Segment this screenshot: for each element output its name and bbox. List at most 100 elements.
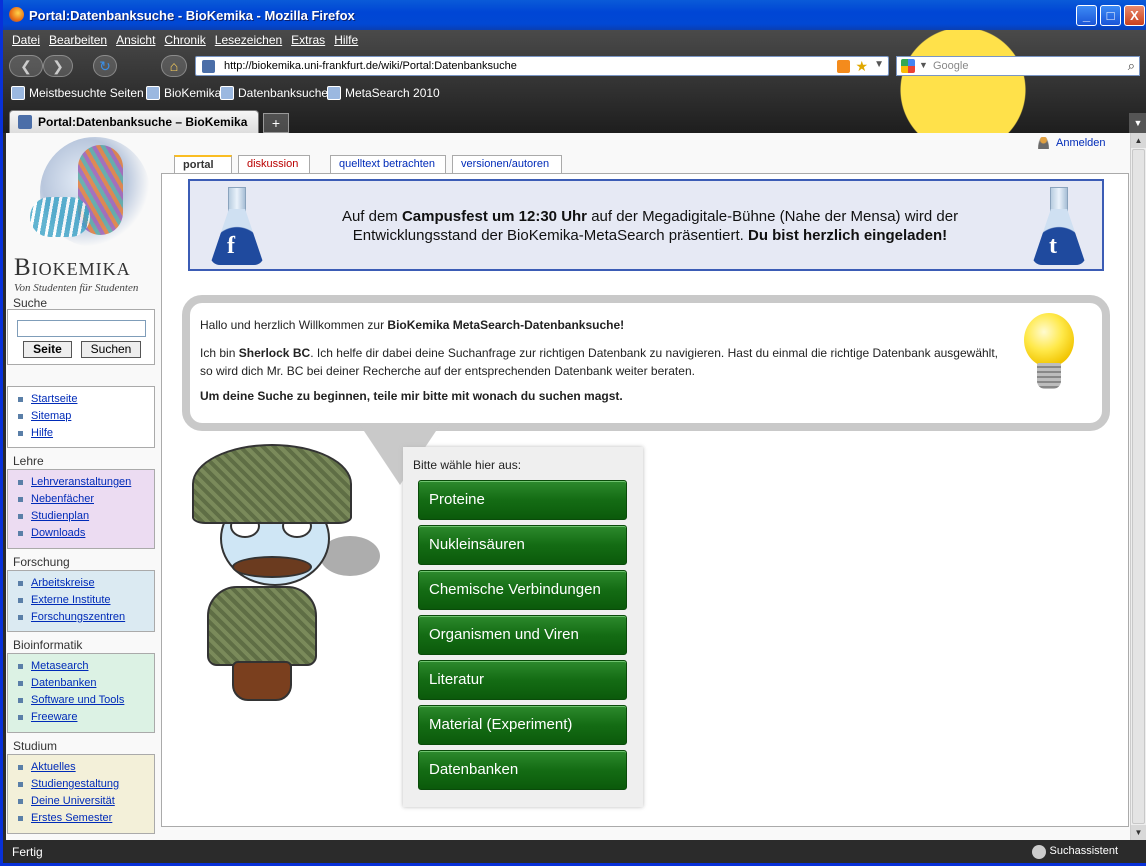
minimize-button[interactable]: _ [1076, 5, 1097, 26]
search-engine-dropdown-icon[interactable]: ▼ [919, 60, 928, 70]
vertical-scrollbar[interactable]: ▲ ▼ [1130, 133, 1146, 840]
portlet-heading-studium: Studium [13, 739, 58, 753]
magnifier-icon[interactable]: ⌕ [1128, 58, 1135, 74]
category-button-proteine[interactable]: Proteine [418, 480, 627, 520]
navigation-portlet: Startseite Sitemap Hilfe [7, 386, 155, 448]
back-button[interactable]: ❮ [9, 55, 43, 77]
sidebar-item-externe-institute[interactable]: Externe Institute [18, 594, 154, 606]
maximize-button[interactable]: □ [1100, 5, 1121, 26]
category-button-literatur[interactable]: Literatur [418, 660, 627, 700]
tab-diskussion[interactable]: diskussion [238, 155, 310, 173]
sidebar-item-datenbanken[interactable]: Datenbanken [18, 677, 154, 689]
sidebar-item-forschungszentren[interactable]: Forschungszentren [18, 611, 154, 623]
close-button[interactable]: X [1124, 5, 1145, 26]
scroll-thumb[interactable] [1132, 149, 1145, 824]
category-button-nukleinsaeuren[interactable]: Nukleinsäuren [418, 525, 627, 565]
nav-link-startseite[interactable]: Startseite [18, 393, 154, 405]
sherlock-icon [327, 86, 341, 100]
category-button-organismen[interactable]: Organismen und Viren [418, 615, 627, 655]
scroll-down-icon[interactable]: ▼ [1131, 825, 1146, 840]
search-bar[interactable]: ▼ Google ⌕ [896, 56, 1140, 76]
category-chooser: Bitte wähle hier aus: Proteine Nukleinsä… [403, 447, 643, 807]
mascot-coat [207, 586, 317, 666]
menu-chronik[interactable]: Chronik [164, 33, 205, 47]
sidebar-item-nebenfaecher[interactable]: Nebenfächer [18, 493, 154, 505]
browser-window: Portal:Datenbanksuche - BioKemika - Mozi… [0, 0, 1146, 866]
bookmark-meistbesuchte[interactable]: Meistbesuchte Seiten [11, 86, 144, 100]
bookmark-biokemika[interactable]: BioKemika [146, 86, 221, 100]
go-button[interactable]: Seite [23, 341, 72, 358]
scroll-up-icon[interactable]: ▲ [1131, 133, 1146, 148]
search-portlet: Seite Suchen [7, 309, 155, 365]
tab-portal[interactable]: portal [174, 155, 232, 174]
tab-quelltext[interactable]: quelltext betrachten [330, 155, 446, 173]
deerstalker-hat-graphic [192, 444, 352, 524]
category-button-material[interactable]: Material (Experiment) [418, 705, 627, 745]
sidebar-item-downloads[interactable]: Downloads [18, 527, 154, 539]
menu-extras[interactable]: Extras [291, 33, 325, 47]
dna-graphic [30, 197, 90, 237]
search-button[interactable]: Suchen [81, 341, 141, 358]
category-button-chemische-verbindungen[interactable]: Chemische Verbindungen [418, 570, 627, 610]
bookmark-folder-icon [11, 86, 25, 100]
tab-favicon-icon [18, 115, 32, 129]
search-assistant-icon [1031, 845, 1046, 859]
sidebar-item-erstes-semester[interactable]: Erstes Semester [18, 812, 154, 824]
portlet-forschung: Arbeitskreise Externe Institute Forschun… [7, 570, 155, 632]
login-link[interactable]: Anmelden [1038, 137, 1106, 149]
site-logo[interactable]: Biokemika Von Studenten für Studenten [10, 137, 158, 295]
menu-lesezeichen[interactable]: Lesezeichen [215, 33, 282, 47]
sidebar-item-deine-universitaet[interactable]: Deine Universität [18, 795, 154, 807]
facebook-flask-icon[interactable]: f [206, 187, 268, 267]
sidebar-item-studienplan[interactable]: Studienplan [18, 510, 154, 522]
url-dropdown-icon[interactable]: ▼ [874, 59, 884, 70]
tab-strip: Portal:Datenbanksuche – BioKemika + ▼ [3, 108, 1146, 133]
new-tab-button[interactable]: + [263, 113, 289, 133]
google-icon [901, 59, 915, 73]
url-bar[interactable]: http://biokemika.uni-frankfurt.de/wiki/P… [195, 56, 889, 76]
reload-icon[interactable]: ↻ [93, 55, 117, 77]
bookmark-datenbanksuche[interactable]: Datenbanksuche [220, 86, 328, 100]
sidebar-item-metasearch[interactable]: Metasearch [18, 660, 154, 672]
search-placeholder: Google [933, 60, 969, 72]
rss-feed-icon[interactable] [837, 60, 850, 73]
logo-tagline: Von Studenten für Studenten [14, 282, 139, 294]
nav-link-hilfe[interactable]: Hilfe [18, 427, 154, 439]
status-bar: Fertig Suchassistent [6, 840, 1146, 863]
tab-list-dropdown-icon[interactable]: ▼ [1129, 113, 1146, 133]
call-to-action-text: Um deine Suche zu beginnen, teile mir bi… [200, 389, 623, 403]
tab-versionen[interactable]: versionen/autoren [452, 155, 562, 173]
sidebar-item-software-tools[interactable]: Software und Tools [18, 694, 154, 706]
menu-datei[interactable]: Datei [12, 33, 40, 47]
user-icon [1038, 137, 1049, 149]
url-text: http://biokemika.uni-frankfurt.de/wiki/P… [224, 60, 517, 72]
event-banner: f Auf dem Campusfest um 12:30 Uhr auf de… [188, 179, 1104, 271]
bookmark-metasearch[interactable]: MetaSearch 2010 [327, 86, 440, 100]
sidebar-item-freeware[interactable]: Freeware [18, 711, 154, 723]
main-content: f Auf dem Campusfest um 12:30 Uhr auf de… [161, 173, 1129, 827]
search-assistant[interactable]: Suchassistent [1031, 845, 1118, 859]
window-title: Portal:Datenbanksuche - BioKemika - Mozi… [29, 8, 355, 23]
menu-bearbeiten[interactable]: Bearbeiten [49, 33, 107, 47]
category-button-datenbanken[interactable]: Datenbanken [418, 750, 627, 790]
menu-hilfe[interactable]: Hilfe [334, 33, 358, 47]
menu-bar: Datei Bearbeiten Ansicht Chronik Lesezeichen… [3, 30, 1146, 50]
sidebar-item-aktuelles[interactable]: Aktuelles [18, 761, 154, 773]
search-heading: Suche [13, 296, 48, 310]
nav-link-sitemap[interactable]: Sitemap [18, 410, 154, 422]
forward-button[interactable]: ❯ [43, 55, 73, 77]
sidebar-item-arbeitskreise[interactable]: Arbeitskreise [18, 577, 154, 589]
mascot-legs [232, 661, 292, 701]
sidebar-item-studiengestaltung[interactable]: Studiengestaltung [18, 778, 154, 790]
wiki-search-input[interactable] [17, 320, 146, 337]
menu-ansicht[interactable]: Ansicht [116, 33, 155, 47]
chooser-label: Bitte wähle hier aus: [413, 458, 522, 472]
sidebar-item-lehrveranstaltungen[interactable]: Lehrveranstaltungen [18, 476, 154, 488]
twitter-flask-icon[interactable]: t [1028, 187, 1090, 267]
lightbulb-icon [1020, 313, 1078, 395]
intro-text: Ich bin Sherlock BC. Ich helfe dir dabei… [200, 346, 998, 378]
home-icon[interactable]: ⌂ [161, 55, 187, 77]
bookmark-star-icon[interactable]: ★ [855, 58, 868, 75]
tab-active[interactable]: Portal:Datenbanksuche – BioKemika [9, 110, 259, 133]
portlet-heading-lehre: Lehre [13, 454, 44, 468]
